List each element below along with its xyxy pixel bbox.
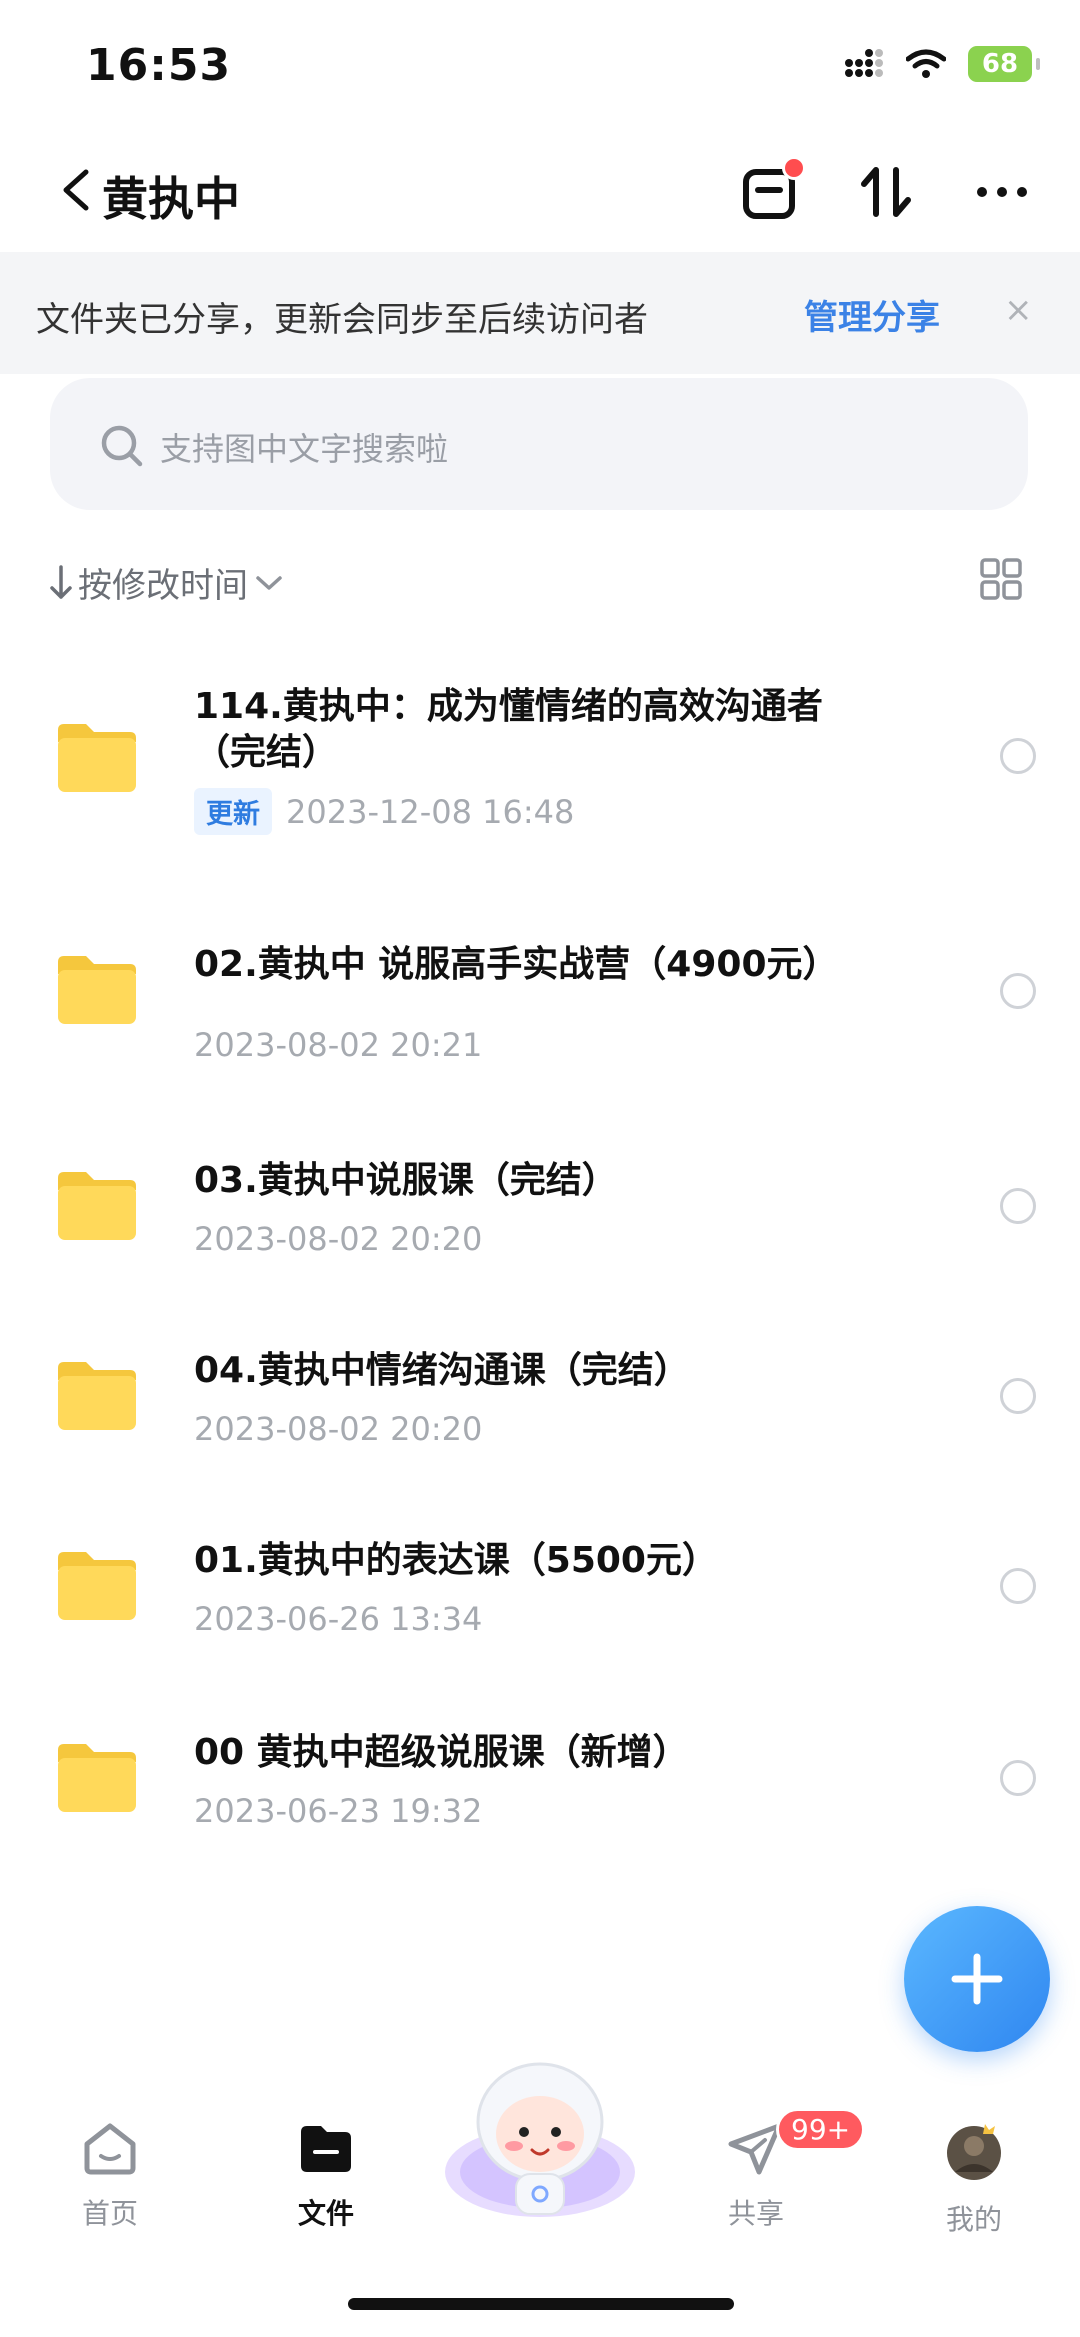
folder-icon [58, 1172, 136, 1240]
transfer-list-button[interactable] [738, 156, 806, 224]
sort-swap-icon[interactable] [854, 160, 918, 224]
status-icons: 68 [844, 46, 1040, 82]
folder-date: 2023-08-02 20:21 [194, 1026, 483, 1064]
sort-dropdown[interactable]: 按修改时间 [50, 558, 284, 607]
folder-icon [58, 956, 136, 1024]
nav-files[interactable]: 文件 [256, 2120, 396, 2232]
nav-me[interactable]: 我的 [904, 2120, 1044, 2238]
back-icon[interactable] [58, 168, 94, 212]
select-radio[interactable] [1000, 973, 1036, 1009]
mascot-assistant-icon[interactable] [440, 2062, 640, 2222]
select-radio[interactable] [1000, 738, 1036, 774]
folder-name: 02.黄执中 说服高手实战营（4900元） [194, 944, 839, 985]
folder-date: 2023-06-23 19:32 [194, 1792, 483, 1830]
list-item[interactable]: 01.黄执中的表达课（5500元） 2023-06-26 13:34 [0, 1530, 1080, 1680]
folder-name-line2: （完结） [194, 732, 339, 773]
folder-date: 2023-08-02 20:20 [194, 1220, 483, 1258]
folder-date: 2023-12-08 16:48 [286, 792, 575, 831]
banner-close-button[interactable]: × [1004, 290, 1033, 330]
chevron-down-icon [256, 575, 282, 590]
signal-icon [845, 49, 883, 77]
wifi-icon [906, 49, 946, 78]
folder-name: 04.黄执中情绪沟通课（完结） [194, 1350, 690, 1391]
plus-icon [951, 1953, 1003, 2005]
select-radio[interactable] [1000, 1760, 1036, 1796]
folder-meta: 更新 2023-12-08 16:48 [194, 788, 574, 835]
status-time: 16:53 [86, 40, 232, 91]
banner-text: 文件夹已分享，更新会同步至后续访问者 [36, 300, 648, 340]
folder-icon [58, 724, 136, 792]
folder-date: 2023-06-26 13:34 [194, 1600, 483, 1638]
avatar [947, 2124, 1001, 2180]
sort-label: 按修改时间 [78, 566, 248, 606]
nav-files-label: 文件 [297, 2197, 354, 2230]
battery-indicator: 68 [968, 46, 1040, 82]
nav-share-label: 共享 [727, 2197, 784, 2230]
more-icon[interactable] [970, 160, 1034, 224]
folder-name: 01.黄执中的表达课（5500元） [194, 1540, 718, 1581]
grid-view-icon[interactable] [980, 558, 1022, 600]
folder-icon [58, 1362, 136, 1430]
search-placeholder: 支持图中文字搜索啦 [160, 430, 449, 468]
notification-dot [782, 156, 806, 180]
folder-filled-icon [301, 2126, 351, 2172]
list-item[interactable]: 00 黄执中超级说服课（新增） 2023-06-23 19:32 [0, 1722, 1080, 1872]
folder-name: 03.黄执中说服课（完结） [194, 1160, 618, 1201]
list-item[interactable]: 02.黄执中 说服高手实战营（4900元） 2023-08-02 20:21 [0, 930, 1080, 1080]
select-radio[interactable] [1000, 1378, 1036, 1414]
list-item[interactable]: 114.黄执中：成为懂情绪的高效沟通者 （完结） 更新 2023-12-08 1… [0, 670, 1080, 890]
folder-icon [58, 1552, 136, 1620]
list-item[interactable]: 03.黄执中说服课（完结） 2023-08-02 20:20 [0, 1150, 1080, 1300]
add-button[interactable] [904, 1906, 1050, 2052]
folder-name: 114.黄执中：成为懂情绪的高效沟通者 （完结） [194, 684, 914, 776]
select-radio[interactable] [1000, 1188, 1036, 1224]
nav-home[interactable]: 首页 [40, 2120, 180, 2232]
home-indicator [348, 2298, 734, 2310]
page-title: 黄执中 [102, 172, 240, 226]
search-icon [101, 425, 143, 467]
folder-icon [58, 1744, 136, 1812]
select-radio[interactable] [1000, 1568, 1036, 1604]
update-badge: 更新 [194, 788, 272, 835]
nav-me-label: 我的 [945, 2203, 1002, 2236]
list-item[interactable]: 04.黄执中情绪沟通课（完结） 2023-08-02 20:20 [0, 1340, 1080, 1490]
folder-name-line1: 114.黄执中：成为懂情绪的高效沟通者 [194, 686, 823, 727]
manage-share-link[interactable]: 管理分享 [804, 290, 940, 339]
arrow-down-icon [50, 564, 72, 599]
home-icon [84, 2123, 136, 2175]
nav-home-label: 首页 [81, 2197, 138, 2230]
folder-name: 00 黄执中超级说服课（新增） [194, 1732, 689, 1773]
share-count-badge: 99+ [776, 2108, 866, 2151]
folder-date: 2023-08-02 20:20 [194, 1410, 483, 1448]
